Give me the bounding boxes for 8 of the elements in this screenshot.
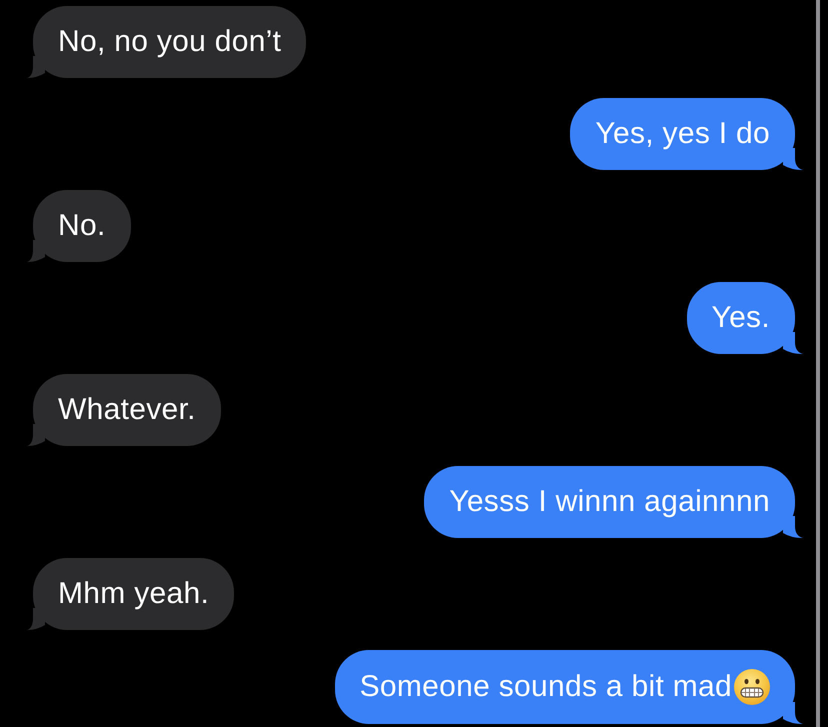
message-text: No, no you don’t — [58, 25, 282, 59]
message-text: No. — [58, 209, 106, 243]
message-text: Whatever. — [58, 393, 196, 427]
message-text: Yes, yes I do — [595, 117, 770, 151]
message-text: Yesss I winnn againnnn — [449, 485, 770, 519]
message-text: Someone sounds a bit mad — [360, 670, 732, 704]
message-text: Mhm yeah. — [58, 577, 210, 611]
message-text: Yes. — [712, 301, 770, 335]
